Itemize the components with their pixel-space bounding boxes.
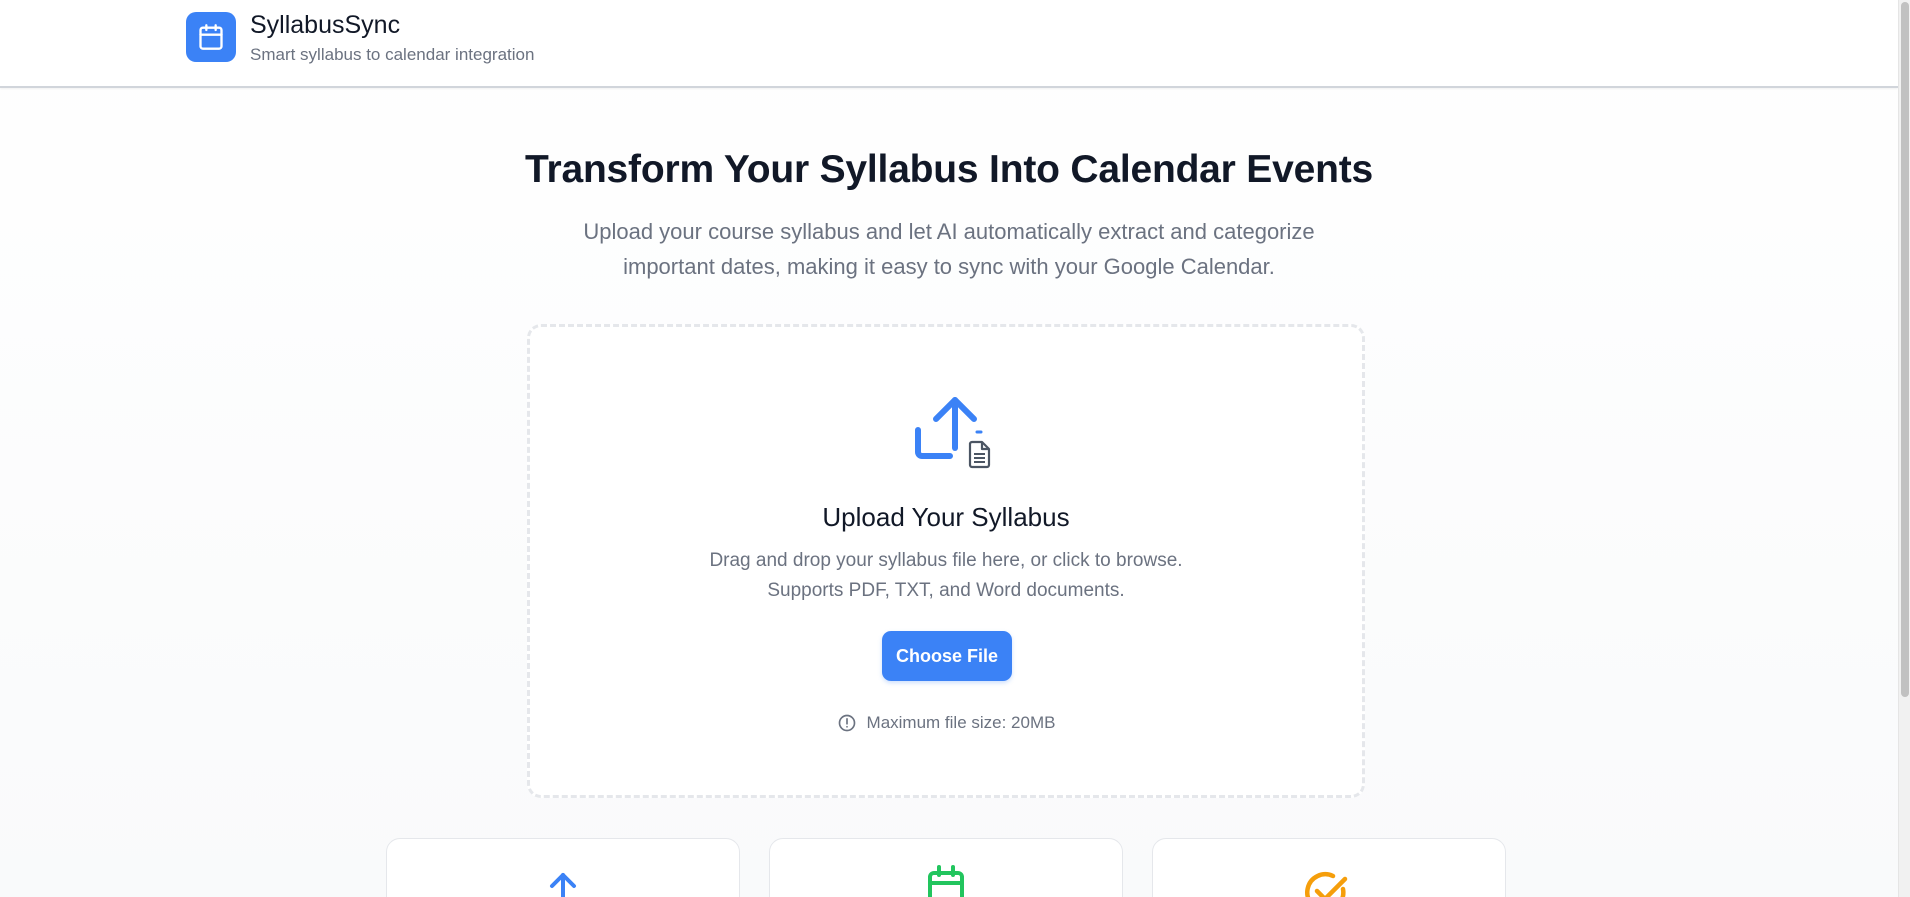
file-upload-icon [915,397,991,469]
upload-dropzone[interactable]: Upload Your Syllabus Drag and drop your … [527,324,1365,798]
info-circle-icon [838,714,855,732]
app-logo [186,12,236,62]
app-header: SyllabusSync Smart syllabus to calendar … [0,0,1898,88]
upload-description: Drag and drop your syllabus file here, o… [530,546,1362,606]
max-file-size-text: Maximum file size: 20MB [866,713,1056,732]
hero-subtitle: Upload your course syllabus and let AI a… [583,219,1315,279]
upload-description-line-2: Supports PDF, TXT, and Word documents. [767,580,1125,601]
calendar-icon [928,865,964,897]
app-tagline: Smart syllabus to calendar integration [250,45,535,64]
upload-arrow-icon [550,873,576,897]
hero-title: Transform Your Syllabus Into Calendar Ev… [525,148,1373,191]
feature-card-complete [1152,838,1506,897]
check-circle-icon [1305,872,1348,897]
feature-card-calendar [769,838,1123,897]
page: SyllabusSync Smart syllabus to calendar … [0,0,1898,897]
page-scrollbar[interactable] [1898,0,1910,897]
app-name: SyllabusSync [250,11,401,39]
upload-description-line-1: Drag and drop your syllabus file here, o… [709,550,1183,571]
scrollbar-thumb[interactable] [1901,2,1909,697]
upload-title: Upload Your Syllabus [822,502,1070,532]
choose-file-button[interactable]: Choose File [882,631,1012,681]
calendar-icon [199,24,223,50]
feature-card-upload [386,838,740,897]
max-file-size-note: Maximum file size: 20MB [530,713,1362,733]
